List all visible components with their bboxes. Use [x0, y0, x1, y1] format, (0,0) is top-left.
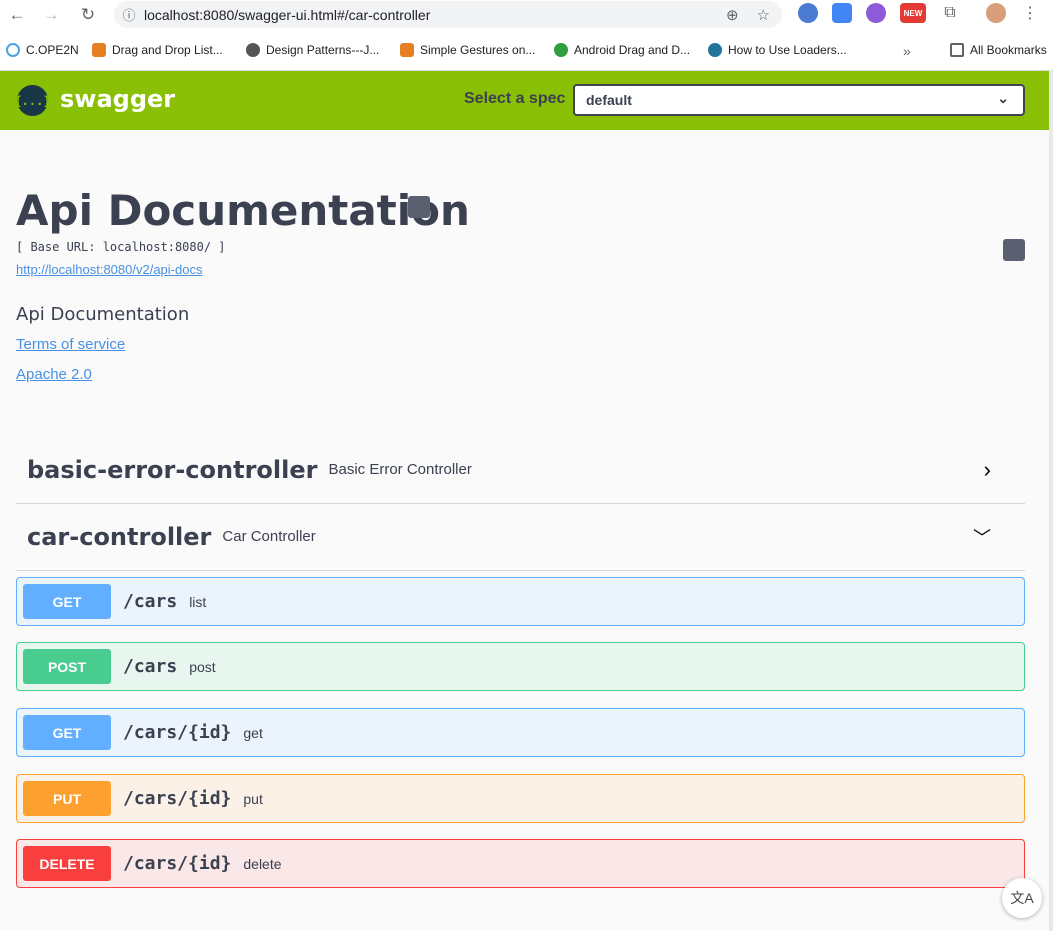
folder-icon — [950, 43, 964, 57]
bookmark-icon — [92, 43, 106, 57]
page-title: Api Documentation — [16, 186, 470, 235]
operation-path: /cars/{id} — [123, 853, 232, 874]
spec-selected-value: default — [586, 92, 632, 108]
api-docs-link[interactable]: http://localhost:8080/v2/api-docs — [16, 262, 202, 277]
bookmarks-bar: C.OPE2N Drag and Drop List... Design Pat… — [0, 29, 1053, 71]
chevron-right-icon[interactable]: › — [984, 457, 991, 483]
operation-path: /cars — [123, 591, 178, 612]
broken-image-icon — [408, 196, 430, 218]
all-bookmarks[interactable]: All Bookmarks — [950, 43, 1047, 57]
profile-avatar[interactable] — [986, 3, 1006, 23]
method-badge: GET — [23, 584, 111, 619]
browser-toolbar: ← → ↻ ⓘ localhost:8080/swagger-ui.html#/… — [0, 0, 1053, 29]
bookmark-item[interactable]: Simple Gestures on... — [400, 43, 535, 57]
wordpress-icon — [708, 43, 722, 57]
method-badge: POST — [23, 649, 111, 684]
extensions-puzzle-icon[interactable]: ⧉ — [940, 3, 960, 23]
reload-icon[interactable]: ↻ — [74, 1, 102, 29]
operation-path: /cars — [123, 656, 178, 677]
chevron-down-icon[interactable]: ﹀ — [973, 524, 991, 550]
forward-icon[interactable]: → — [37, 1, 65, 29]
zoom-icon[interactable]: ⊕ — [726, 6, 739, 24]
operation-summary: delete — [243, 855, 282, 872]
operation-summary: list — [189, 593, 207, 610]
bookmark-item[interactable]: Design Patterns---J... — [246, 43, 379, 57]
method-badge: PUT — [23, 781, 111, 816]
operation-summary: get — [243, 724, 263, 741]
new-extension-icon[interactable]: NEW — [900, 3, 926, 23]
swagger-brand[interactable]: swagger — [60, 85, 175, 113]
license-link[interactable]: Apache 2.0 — [16, 366, 92, 383]
back-icon[interactable]: ← — [3, 1, 31, 29]
api-description: Api Documentation — [16, 304, 190, 325]
terms-of-service-link[interactable]: Terms of service — [16, 336, 125, 353]
more-bookmarks-icon[interactable]: » — [903, 43, 911, 59]
extension-icon[interactable] — [798, 3, 818, 23]
operation-summary: put — [243, 790, 263, 807]
scrollbar[interactable] — [1049, 71, 1053, 931]
bookmark-icon — [6, 43, 20, 57]
menu-kebab-icon[interactable]: ⋮ — [1020, 3, 1040, 23]
tag-basic-error-controller[interactable]: basic-error-controller Basic Error Contr… — [16, 436, 1025, 504]
url-text[interactable]: localhost:8080/swagger-ui.html#/car-cont… — [144, 7, 430, 23]
operation-get-car-by-id[interactable]: GET /cars/{id} get — [16, 708, 1025, 757]
spec-select[interactable]: default ⌄ — [573, 84, 1025, 116]
tag-car-controller[interactable]: car-controller Car Controller ﹀ — [16, 503, 1025, 571]
base-url: [ Base URL: localhost:8080/ ] — [16, 240, 226, 254]
operation-delete-car[interactable]: DELETE /cars/{id} delete — [16, 839, 1025, 888]
translate-extension-icon[interactable] — [832, 3, 852, 23]
bookmark-icon — [554, 43, 568, 57]
tag-name: basic-error-controller — [27, 455, 318, 484]
swagger-logo-icon[interactable]: {...} — [14, 85, 51, 116]
spec-label: Select a spec — [464, 90, 566, 107]
extension-icon[interactable] — [866, 3, 886, 23]
chevron-down-icon: ⌄ — [997, 90, 1009, 106]
broken-image-icon — [1003, 239, 1025, 261]
operation-post-cars[interactable]: POST /cars post — [16, 642, 1025, 691]
swagger-topbar: {...} swagger Select a spec default ⌄ — [0, 71, 1049, 130]
bookmark-icon — [400, 43, 414, 57]
operation-summary: post — [189, 658, 216, 675]
tag-description: Basic Error Controller — [328, 461, 472, 478]
operation-put-car[interactable]: PUT /cars/{id} put — [16, 774, 1025, 823]
operation-path: /cars/{id} — [123, 722, 232, 743]
bookmark-item[interactable]: C.OPE2N — [6, 43, 79, 57]
bookmark-item[interactable]: Drag and Drop List... — [92, 43, 223, 57]
method-badge: DELETE — [23, 846, 111, 881]
method-badge: GET — [23, 715, 111, 750]
address-bar[interactable]: ⓘ localhost:8080/swagger-ui.html#/car-co… — [114, 1, 782, 28]
bookmark-item[interactable]: Android Drag and D... — [554, 43, 690, 57]
globe-icon — [246, 43, 260, 57]
operation-path: /cars/{id} — [123, 788, 232, 809]
tag-name: car-controller — [27, 522, 212, 551]
bookmark-star-icon[interactable]: ☆ — [757, 6, 770, 24]
tag-description: Car Controller — [222, 528, 316, 545]
site-info-icon[interactable]: ⓘ — [114, 5, 144, 24]
bookmark-item[interactable]: How to Use Loaders... — [708, 43, 847, 57]
operation-get-cars[interactable]: GET /cars list — [16, 577, 1025, 626]
translate-icon[interactable]: 文A — [1002, 878, 1042, 918]
